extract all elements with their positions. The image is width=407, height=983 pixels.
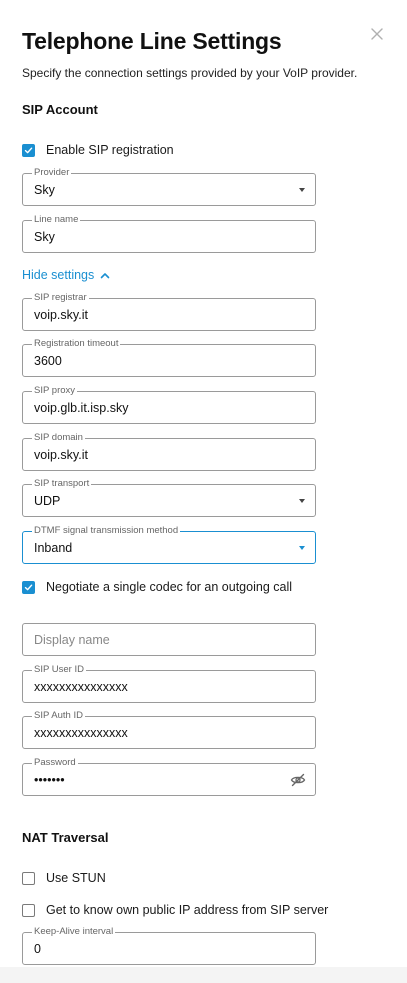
checkbox-checked-icon: [22, 580, 35, 594]
sip-registrar-value: voip.sky.it: [34, 308, 88, 322]
sip-user-id-value: xxxxxxxxxxxxxxx: [34, 680, 128, 694]
enable-sip-registration-label: Enable SIP registration: [46, 143, 174, 157]
close-icon: [371, 28, 383, 40]
display-name-input[interactable]: Display name: [22, 623, 316, 656]
sip-user-id-input[interactable]: SIP User ID xxxxxxxxxxxxxxx: [22, 664, 316, 703]
password-label: Password: [32, 757, 78, 769]
line-name-input[interactable]: Line name Sky: [22, 214, 316, 253]
dtmf-method-select[interactable]: DTMF signal transmission method Inband: [22, 525, 316, 564]
registration-timeout-input[interactable]: Registration timeout 3600: [22, 338, 316, 377]
provider-label: Provider: [32, 167, 72, 179]
sip-registrar-input[interactable]: SIP registrar voip.sky.it: [22, 292, 316, 331]
sip-domain-value: voip.sky.it: [34, 448, 88, 462]
eye-off-icon[interactable]: [290, 772, 306, 788]
chevron-up-icon: [100, 272, 110, 278]
registration-timeout-value: 3600: [34, 354, 62, 368]
enable-sip-registration-checkbox[interactable]: Enable SIP registration: [22, 143, 174, 157]
provider-select[interactable]: Provider Sky: [22, 167, 316, 206]
dtmf-method-value: Inband: [34, 541, 73, 555]
keep-alive-interval-value: 0: [34, 942, 41, 956]
dialog-footer-strip: [0, 967, 407, 983]
public-ip-label: Get to know own public IP address from S…: [46, 903, 329, 917]
registration-timeout-label: Registration timeout: [32, 338, 121, 350]
sip-transport-value: UDP: [34, 494, 61, 508]
sip-proxy-label: SIP proxy: [32, 385, 78, 397]
password-input[interactable]: Password •••••••: [22, 757, 316, 796]
line-name-value: Sky: [34, 230, 55, 244]
sip-auth-id-input[interactable]: SIP Auth ID xxxxxxxxxxxxxxx: [22, 710, 316, 749]
dialog-subtitle: Specify the connection settings provided…: [22, 66, 358, 80]
display-name-placeholder: Display name: [34, 633, 110, 647]
sip-user-id-label: SIP User ID: [32, 664, 86, 676]
close-button[interactable]: [369, 26, 385, 42]
keep-alive-interval-input[interactable]: Keep-Alive interval 0: [22, 926, 316, 965]
dropdown-arrow-icon: [299, 546, 305, 550]
sip-domain-input[interactable]: SIP domain voip.sky.it: [22, 432, 316, 471]
section-heading-nat-traversal: NAT Traversal: [22, 830, 109, 845]
sip-transport-select[interactable]: SIP transport UDP: [22, 478, 316, 517]
sip-auth-id-value: xxxxxxxxxxxxxxx: [34, 726, 128, 740]
line-name-label: Line name: [32, 214, 81, 226]
dropdown-arrow-icon: [299, 188, 305, 192]
sip-domain-label: SIP domain: [32, 432, 85, 444]
hide-settings-label: Hide settings: [22, 268, 95, 282]
dialog-title: Telephone Line Settings: [22, 28, 282, 54]
provider-value: Sky: [34, 183, 55, 197]
sip-proxy-input[interactable]: SIP proxy voip.glb.it.isp.sky: [22, 385, 316, 424]
sip-transport-label: SIP transport: [32, 478, 92, 490]
single-codec-label: Negotiate a single codec for an outgoing…: [46, 580, 292, 594]
use-stun-checkbox[interactable]: Use STUN: [22, 871, 106, 885]
public-ip-checkbox[interactable]: Get to know own public IP address from S…: [22, 903, 328, 917]
sip-proxy-value: voip.glb.it.isp.sky: [34, 401, 129, 415]
checkbox-unchecked-icon: [22, 871, 35, 885]
single-codec-checkbox[interactable]: Negotiate a single codec for an outgoing…: [22, 580, 292, 594]
dropdown-arrow-icon: [299, 499, 305, 503]
checkbox-checked-icon: [22, 143, 35, 157]
dtmf-method-label: DTMF signal transmission method: [32, 525, 181, 537]
checkbox-unchecked-icon: [22, 903, 35, 917]
sip-registrar-label: SIP registrar: [32, 292, 89, 304]
password-value: •••••••: [34, 773, 65, 787]
sip-auth-id-label: SIP Auth ID: [32, 710, 85, 722]
keep-alive-interval-label: Keep-Alive interval: [32, 926, 116, 938]
use-stun-label: Use STUN: [46, 871, 106, 885]
section-heading-sip-account: SIP Account: [22, 102, 98, 117]
hide-settings-toggle[interactable]: Hide settings: [22, 268, 110, 282]
